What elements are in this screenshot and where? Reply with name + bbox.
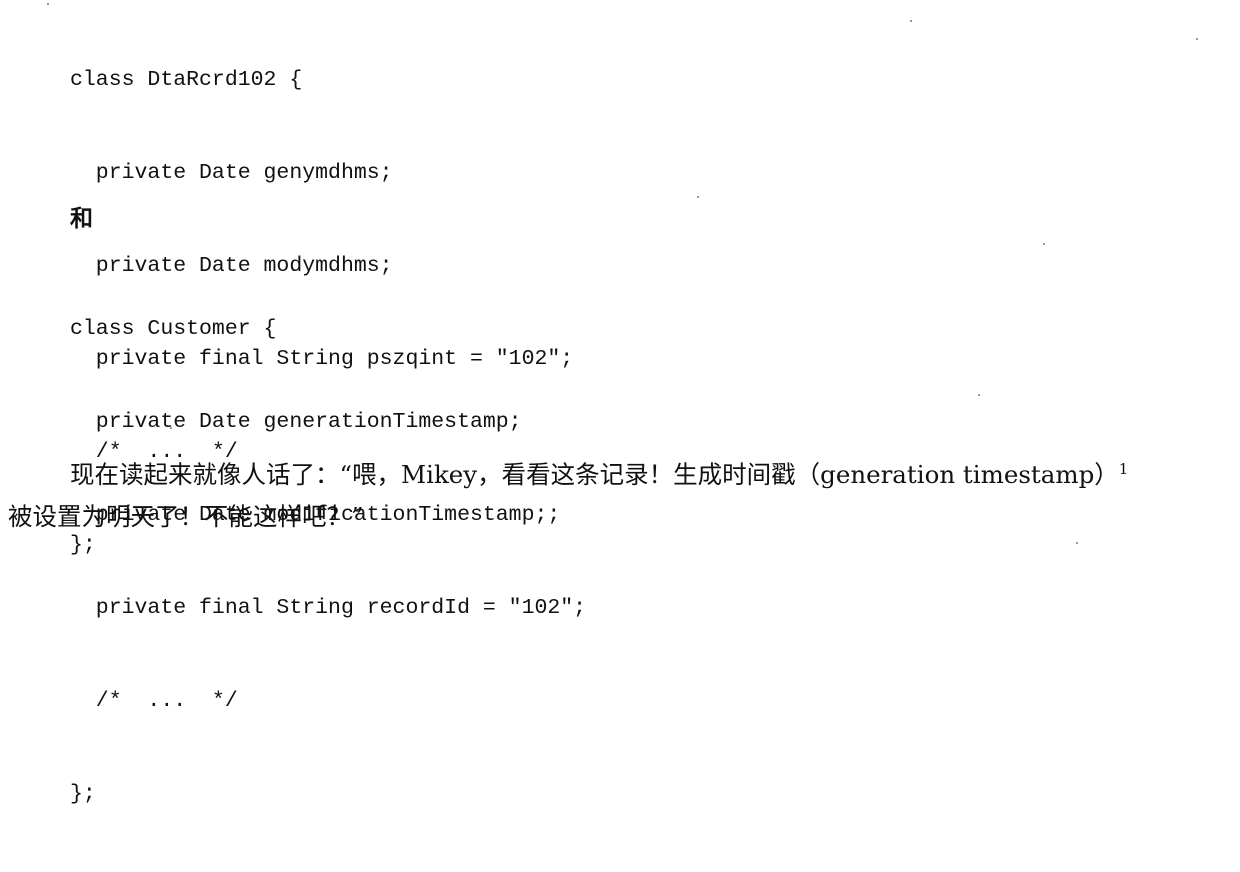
code-line: private Date generationTimestamp; bbox=[70, 410, 522, 434]
scan-speck bbox=[47, 3, 49, 5]
paragraph-line-2: 被设置为明天了！不能这样吧？” bbox=[8, 502, 364, 531]
code-line: class DtaRcrd102 { bbox=[70, 68, 303, 92]
code-line: /* ... */ bbox=[70, 689, 238, 713]
code-line: private final String recordId = "102"; bbox=[70, 596, 587, 620]
paragraph-text: 现在读起来就像人话了：“喂，Mikey，看看这条记录！生成时间戳（generat… bbox=[70, 460, 1119, 489]
footnote-marker: 1 bbox=[1118, 459, 1129, 478]
scan-speck bbox=[170, 427, 172, 429]
scan-speck bbox=[1076, 542, 1078, 544]
connector-text: 和 bbox=[70, 205, 93, 232]
scan-speck bbox=[978, 394, 980, 396]
paragraph-line-1: 现在读起来就像人话了：“喂，Mikey，看看这条记录！生成时间戳（generat… bbox=[70, 455, 1128, 495]
code-block-customer: class Customer { private Date generation… bbox=[70, 252, 586, 872]
scan-speck bbox=[697, 196, 699, 198]
scan-speck bbox=[1043, 243, 1045, 245]
scan-speck bbox=[1196, 38, 1198, 40]
scan-speck bbox=[910, 20, 912, 22]
code-line: private Date genymdhms; bbox=[70, 161, 393, 185]
code-line: }; bbox=[70, 782, 96, 806]
code-line: class Customer { bbox=[70, 317, 277, 341]
document-page: class DtaRcrd102 { private Date genymdhm… bbox=[0, 0, 1240, 806]
